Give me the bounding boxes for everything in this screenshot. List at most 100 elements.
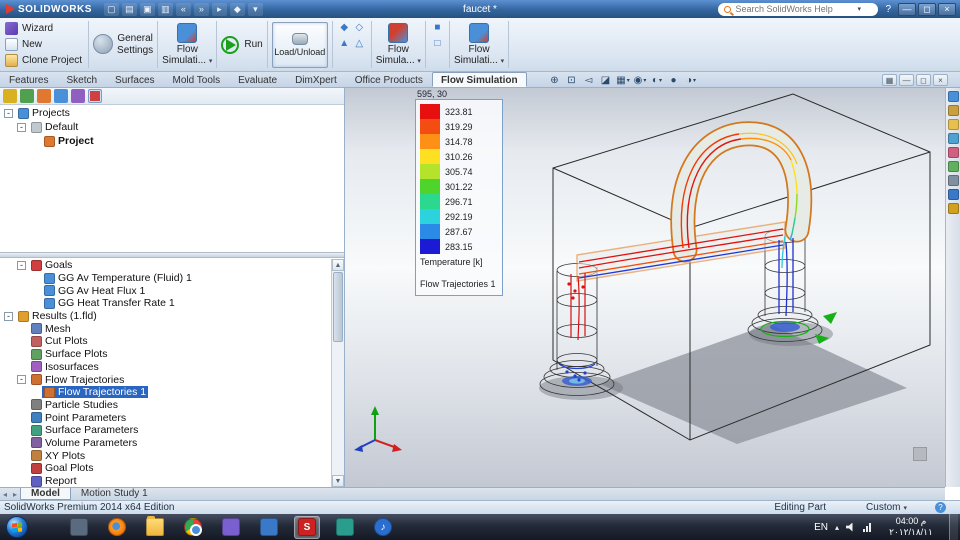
start-button[interactable] — [6, 516, 28, 538]
open-file-icon[interactable]: ▤ — [121, 2, 137, 16]
tree-row[interactable]: Isosurfaces — [0, 361, 331, 374]
tree-expander[interactable]: - — [17, 122, 26, 132]
custom-properties-icon[interactable] — [947, 175, 959, 186]
tree-row[interactable]: Report — [0, 475, 331, 487]
command-tab[interactable]: Office Products — [346, 72, 432, 87]
show-desktop-button[interactable] — [949, 514, 958, 540]
tree-expander[interactable]: - — [17, 260, 26, 270]
tree-row[interactable]: Surface Parameters — [0, 424, 331, 437]
clock[interactable]: 04:00 م ٢٠١٢/١٨/١١ — [880, 516, 942, 539]
tree-expander[interactable]: - — [4, 108, 13, 118]
tree-row[interactable]: - Results (1.fld) — [0, 310, 331, 323]
clone-project-button[interactable]: Clone Project — [3, 53, 84, 69]
featuremanager-tab-icon[interactable] — [3, 89, 17, 103]
network-icon[interactable] — [863, 522, 873, 532]
status-help-icon[interactable]: ? — [935, 502, 946, 513]
tree-row[interactable]: Goal Plots — [0, 462, 331, 475]
options-icon[interactable]: ▾ — [247, 2, 263, 16]
tree-row[interactable]: XY Plots — [0, 449, 331, 462]
language-indicator[interactable]: EN — [814, 522, 828, 533]
file-explorer-icon[interactable] — [142, 516, 168, 539]
save-icon[interactable]: ▣ — [139, 2, 155, 16]
solidworks-resources-icon[interactable] — [947, 91, 959, 102]
view-orientation-icon[interactable]: ▦ ▾ — [616, 73, 630, 87]
view-settings-icon[interactable]: ◑ ▾ — [684, 73, 698, 87]
search-box[interactable]: ▾ — [718, 2, 879, 16]
help-button[interactable]: ? — [882, 4, 894, 15]
wizard-button[interactable]: Wizard — [3, 21, 84, 37]
tree-row[interactable]: GG Heat Transfer Rate 1 — [0, 297, 331, 310]
tree-row[interactable]: Project — [0, 134, 344, 148]
configurationmanager-tab-icon[interactable] — [37, 89, 51, 103]
zoom-to-fit-icon[interactable]: ⊕ — [548, 73, 562, 87]
tree-row[interactable]: GG Av Heat Flux 1 — [0, 284, 331, 297]
dimxpertmanager-tab-icon[interactable] — [54, 89, 68, 103]
volume-icon[interactable] — [846, 522, 853, 532]
command-tab[interactable]: Evaluate — [229, 72, 286, 87]
tree-row[interactable]: - Flow Trajectories — [0, 373, 331, 386]
flow-toggle-icon-1[interactable]: ◆ — [340, 22, 348, 33]
model-tab[interactable]: Model — [20, 488, 71, 500]
close-button[interactable]: × — [938, 2, 956, 16]
tree-expander[interactable]: - — [4, 311, 13, 321]
app-teal-icon[interactable] — [332, 516, 358, 539]
tray-expand-icon[interactable]: ▴ — [835, 523, 839, 532]
tree-row[interactable]: - Default — [0, 120, 344, 134]
view-palette-icon[interactable] — [947, 133, 959, 144]
flow-toggle-icon-4[interactable]: △ — [355, 38, 363, 49]
music-player-icon[interactable]: ♪ — [370, 516, 396, 539]
command-tab[interactable]: Flow Simulation — [431, 72, 527, 87]
chrome-icon[interactable] — [180, 516, 206, 539]
scrollbar-thumb[interactable] — [333, 272, 343, 342]
tree-expander[interactable]: - — [17, 375, 26, 385]
app-blue-icon[interactable] — [256, 516, 282, 539]
general-settings-button[interactable]: General Settings — [90, 18, 156, 71]
tree-row[interactable]: GG Av Temperature (Fluid) 1 — [0, 272, 331, 285]
tab-scroll-left-icon[interactable]: ◂ — [0, 490, 10, 499]
propertymanager-tab-icon[interactable] — [20, 89, 34, 103]
section-view-icon[interactable]: ◪ — [599, 73, 613, 87]
media-player-icon[interactable] — [218, 516, 244, 539]
graphics-viewport[interactable]: 595, 30 323.81 319.29 314.78 310.26 305.… — [345, 88, 945, 487]
minimize-button[interactable]: — — [898, 2, 916, 16]
firefox-icon[interactable] — [104, 516, 130, 539]
flow-toggle-icon-6[interactable]: □ — [434, 38, 440, 49]
tree-row[interactable]: - Goals — [0, 259, 331, 272]
command-tab[interactable]: Features — [0, 72, 57, 87]
flow-simulation-button-2[interactable]: Flow Simula... ▾ — [373, 18, 424, 71]
viewport-split-button[interactable]: ▦ — [882, 74, 897, 86]
zoom-area-icon[interactable]: ⊡ — [565, 73, 579, 87]
panel-splitter[interactable] — [0, 252, 344, 258]
scroll-up-icon[interactable]: ▲ — [332, 259, 344, 271]
tree-row[interactable]: Point Parameters — [0, 411, 331, 424]
app-window-icon[interactable] — [66, 516, 92, 539]
solidworks-icon[interactable]: S — [294, 515, 320, 539]
doc-close-button[interactable]: × — [933, 74, 948, 86]
command-tab[interactable]: Sketch — [57, 72, 106, 87]
help-pane-icon[interactable] — [947, 203, 959, 214]
flow-toggle-icon-2[interactable]: ◇ — [355, 22, 363, 33]
scenes-icon[interactable] — [947, 161, 959, 172]
previous-view-icon[interactable]: ◅ — [582, 73, 596, 87]
appearances-icon[interactable] — [947, 147, 959, 158]
command-tab[interactable]: DimXpert — [286, 72, 346, 87]
command-tab[interactable]: Mold Tools — [164, 72, 230, 87]
file-explorer-pane-icon[interactable] — [947, 119, 959, 130]
tab-scroll-right-icon[interactable]: ▸ — [10, 490, 20, 499]
edit-appearance-icon[interactable]: ● — [667, 73, 681, 87]
rebuild-icon[interactable]: ◆ — [229, 2, 245, 16]
flow-simulation-button-3[interactable]: Flow Simulati... ▾ — [451, 18, 507, 71]
print-icon[interactable]: ▥ — [157, 2, 173, 16]
tree-row[interactable]: Flow Trajectories 1 — [0, 386, 331, 399]
restore-button[interactable]: ◻ — [918, 2, 936, 16]
flow-toggle-icon-5[interactable]: ■ — [434, 22, 440, 33]
tree-row[interactable]: - Projects — [0, 106, 344, 120]
command-tab[interactable]: Surfaces — [106, 72, 163, 87]
design-library-icon[interactable] — [947, 105, 959, 116]
model-tab[interactable]: Motion Study 1 — [71, 488, 158, 500]
new-project-button[interactable]: New — [3, 37, 84, 53]
tree-row[interactable]: Mesh — [0, 322, 331, 335]
undo-icon[interactable]: « — [175, 2, 191, 16]
scroll-down-icon[interactable]: ▼ — [332, 475, 344, 487]
doc-minimize-button[interactable]: — — [899, 74, 914, 86]
